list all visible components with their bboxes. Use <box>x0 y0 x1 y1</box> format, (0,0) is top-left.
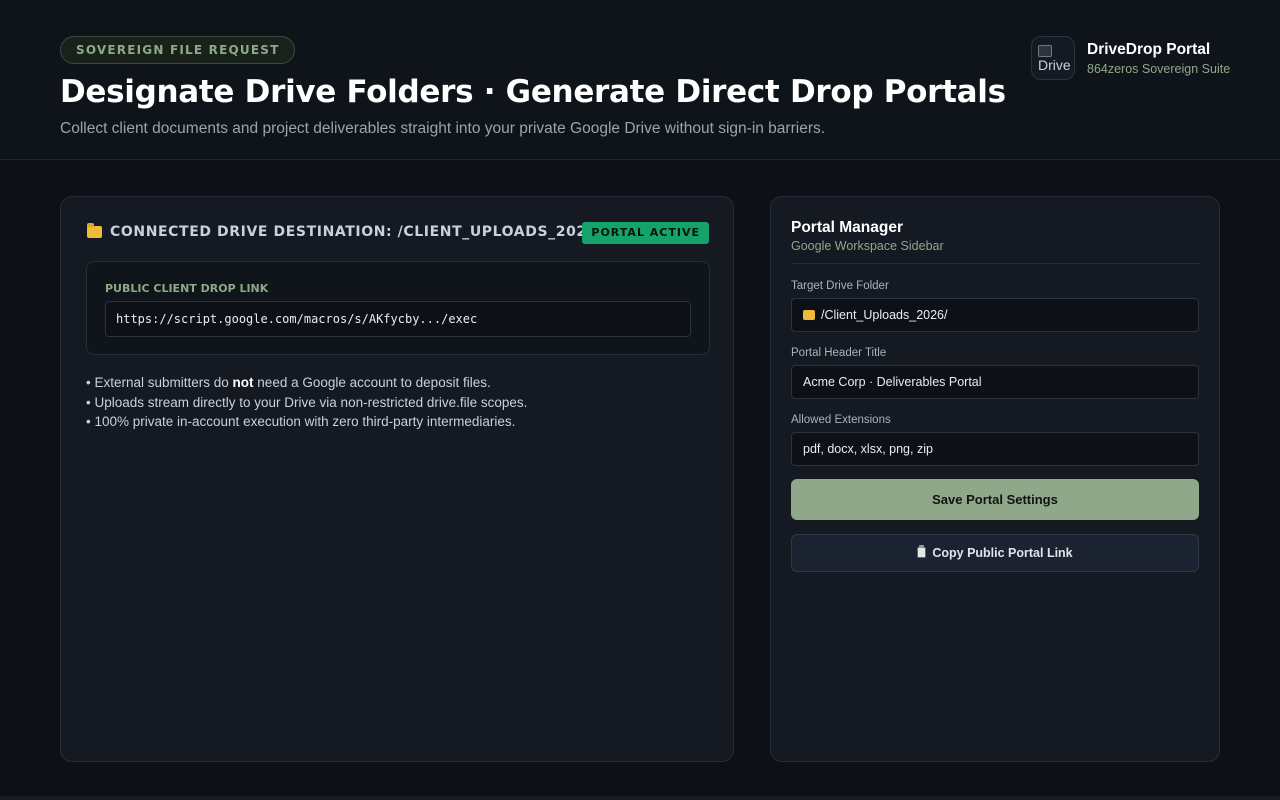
copy-link-button[interactable]: Copy Public Portal Link <box>791 534 1199 572</box>
feature-list: • External submitters do not need a Goog… <box>86 373 706 432</box>
public-link-box: PUBLIC CLIENT DROP LINK https://script.g… <box>86 261 710 355</box>
target-folder-label: Target Drive Folder <box>791 280 889 292</box>
extensions-label: Allowed Extensions <box>791 414 891 426</box>
copy-link-label: Copy Public Portal Link <box>932 546 1073 560</box>
destination-row: CONNECTED DRIVE DESTINATION: /CLIENT_UPL… <box>87 221 709 245</box>
divider <box>791 263 1199 264</box>
footer-divider <box>0 796 1280 800</box>
brand-name: DriveDrop Portal <box>1087 41 1211 58</box>
header-title-label: Portal Header Title <box>791 347 887 359</box>
target-folder-input[interactable]: /Client_Uploads_2026/ <box>791 298 1199 332</box>
header-title-input[interactable]: Acme Corp · Deliverables Portal <box>791 365 1199 399</box>
extensions-input[interactable]: pdf, docx, xlsx, png, zip <box>791 432 1199 466</box>
public-link-label: PUBLIC CLIENT DROP LINK <box>105 282 269 295</box>
destination-label: CONNECTED DRIVE DESTINATION: /CLIENT_UPL… <box>110 224 603 240</box>
folder-icon <box>803 310 815 320</box>
page-subtitle: Collect client documents and project del… <box>60 120 826 137</box>
public-link-field[interactable]: https://script.google.com/macros/s/AKfyc… <box>105 301 691 337</box>
portal-manager-title: Portal Manager <box>791 219 903 236</box>
status-badge: PORTAL ACTIVE <box>582 222 709 244</box>
clipboard-icon <box>917 545 927 558</box>
broken-image-icon <box>1038 45 1052 57</box>
list-item: • Uploads stream directly to your Drive … <box>86 394 528 410</box>
save-settings-button[interactable]: Save Portal Settings <box>791 479 1199 520</box>
target-folder-value: /Client_Uploads_2026/ <box>821 308 948 322</box>
brand-suite: 864zeros Sovereign Suite <box>1087 62 1231 76</box>
folder-icon <box>87 223 102 238</box>
eyebrow-badge: SOVEREIGN FILE REQUEST <box>60 36 296 64</box>
list-item: • 100% private in-account execution with… <box>86 414 516 429</box>
page-header: SOVEREIGN FILE REQUEST Designate Drive F… <box>0 0 1280 160</box>
brand-logo: Drive <box>1031 36 1075 80</box>
list-item: • External submitters do not need a Goog… <box>86 375 491 390</box>
drive-destination-panel: CONNECTED DRIVE DESTINATION: /CLIENT_UPL… <box>60 196 734 762</box>
portal-manager-subtitle: Google Workspace Sidebar <box>791 239 944 253</box>
brand-logo-alt: Drive <box>1038 57 1071 73</box>
page-title: Designate Drive Folders · Generate Direc… <box>60 74 1006 110</box>
portal-manager-panel: Portal Manager Google Workspace Sidebar … <box>770 196 1220 762</box>
emphasis-not: not <box>232 375 254 390</box>
brand-block: Drive DriveDrop Portal 864zeros Sovereig… <box>1031 36 1231 80</box>
